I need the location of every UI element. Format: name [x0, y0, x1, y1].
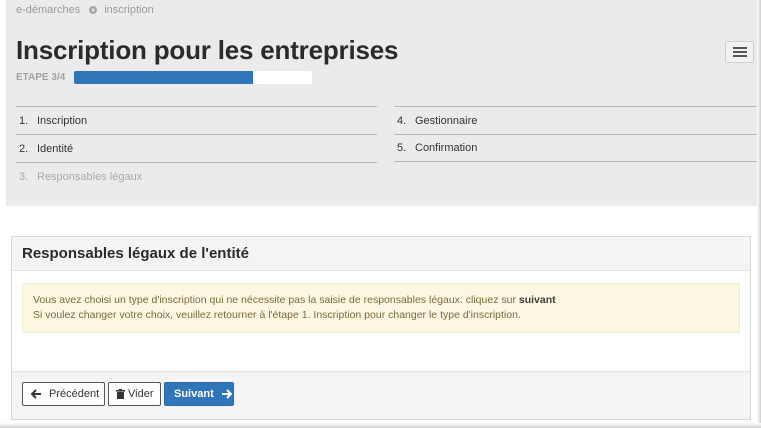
alert-line-2: Si voulez changer votre choix, veuillez … [33, 309, 521, 321]
arrow-left-icon [31, 389, 42, 399]
step-item-confirmation[interactable]: 5. Confirmation [394, 134, 757, 162]
legal-representatives-panel: Responsables légaux de l'entité Vous ave… [11, 236, 751, 420]
step-label: Responsables légaux [37, 170, 143, 183]
circle-arrow-icon [89, 6, 98, 14]
breadcrumb-home-link[interactable]: e-démarches [16, 4, 80, 16]
step-indicator: ETAPE 3/4 [16, 72, 66, 83]
step-number: 3. [19, 170, 29, 183]
page-header: e-démarches inscription Inscription pour… [6, 0, 757, 206]
hamburger-icon [732, 47, 747, 49]
page-title: Inscription pour les entreprises [16, 35, 399, 65]
hamburger-icon-line [732, 55, 747, 57]
step-number: 4. [397, 114, 407, 127]
step-item-gestionnaire[interactable]: 4. Gestionnaire [394, 106, 757, 134]
alert-line-1: Vous avez choisi un type d'inscription q… [33, 293, 739, 308]
clear-button[interactable]: Vider [108, 382, 161, 406]
breadcrumb: e-démarches inscription [16, 4, 154, 16]
step-number: 5. [397, 142, 407, 154]
steps-list-left: 1. Inscription 2. Identité 3. Responsabl… [16, 106, 377, 190]
step-number: 1. [19, 114, 29, 127]
step-label: Inscription [37, 114, 88, 127]
clear-button-label: Vider [128, 388, 154, 400]
trash-icon [116, 389, 125, 399]
frame-shadow-bottom [0, 423, 761, 428]
alert-text-1: Vous avez choisi un type d'inscription q… [33, 294, 516, 306]
step-item-inscription[interactable]: 1. Inscription [16, 106, 377, 134]
page: e-démarches inscription Inscription pour… [0, 0, 761, 428]
progress-bar-fill [74, 71, 253, 84]
step-label: Confirmation [415, 142, 478, 154]
previous-button-label: Précédent [49, 388, 100, 400]
steps-list-right: 4. Gestionnaire 5. Confirmation [394, 106, 757, 162]
step-label: Identité [37, 142, 74, 155]
next-button[interactable]: Suivant [164, 382, 234, 406]
step-label: Gestionnaire [415, 114, 478, 127]
progress-bar [74, 71, 312, 84]
arrow-right-icon [221, 389, 232, 399]
panel-header: Responsables légaux de l'entité [12, 237, 750, 271]
panel-title: Responsables légaux de l'entité [22, 245, 249, 262]
breadcrumb-current: inscription [104, 4, 154, 16]
step-item-responsables-legaux: 3. Responsables légaux [16, 162, 377, 190]
frame-shadow-right [757, 0, 761, 428]
previous-button[interactable]: Précédent [22, 382, 105, 406]
step-item-identite[interactable]: 2. Identité [16, 134, 377, 162]
info-alert: Vous avez choisi un type d'inscription q… [22, 283, 740, 333]
alert-text-1-bold: suivant [518, 294, 556, 306]
menu-button[interactable] [725, 41, 754, 63]
hamburger-icon-line [732, 51, 747, 53]
next-button-label: Suivant [174, 388, 214, 400]
step-number: 2. [19, 142, 29, 155]
panel-footer: Précédent Vider Suivant [12, 371, 750, 419]
